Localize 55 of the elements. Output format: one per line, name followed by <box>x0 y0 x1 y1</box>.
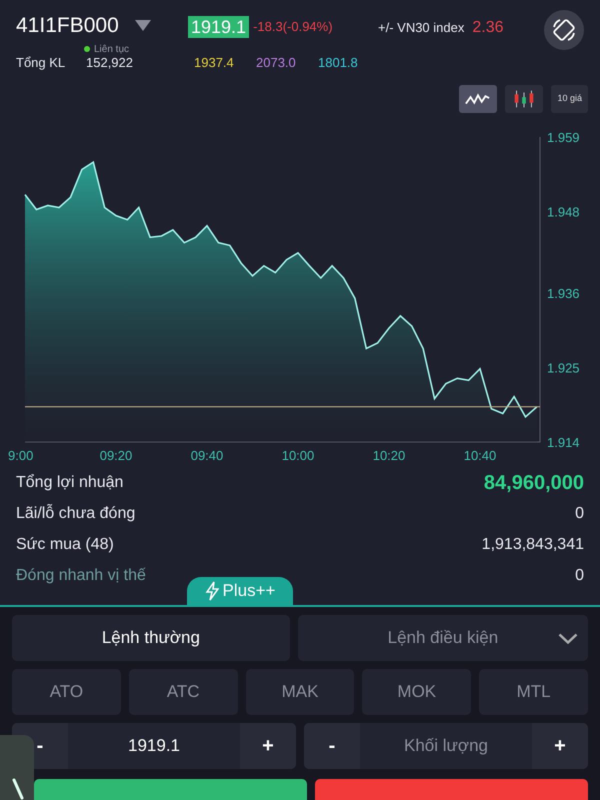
price-type-button[interactable]: MTL <box>479 669 588 715</box>
price-level: 1801.8 <box>318 54 359 72</box>
index-label: +/- VN30 index <box>378 19 464 38</box>
order-type-tab[interactable]: Lệnh thường <box>12 615 290 661</box>
price-field[interactable]: - 1919.1 + <box>12 723 296 769</box>
quantity-field[interactable]: - Khối lượng + <box>304 723 588 769</box>
last-price: 1919.1 <box>188 16 250 38</box>
index-value: 2.36 <box>472 18 504 38</box>
volume-label: Tổng KL <box>16 54 66 72</box>
rotate-screen-icon <box>551 17 577 43</box>
summary-label: Sức mua (48) <box>16 534 114 554</box>
summary-value: 0 <box>575 504 584 524</box>
chart-mode-button[interactable] <box>459 85 498 113</box>
plus-button[interactable]: + <box>240 723 296 769</box>
pen-icon <box>12 778 24 800</box>
session-status: Liên tục <box>94 42 130 56</box>
chart-mode-button[interactable] <box>505 85 544 113</box>
summary-value: 1,913,843,341 <box>482 534 584 554</box>
price-type-button[interactable]: MOK <box>362 669 472 715</box>
minus-button[interactable]: - <box>304 723 360 769</box>
price-type-button[interactable]: MAK <box>246 669 354 715</box>
summary-value: 84,960,000 <box>484 470 584 496</box>
price-change: -18.3(-0.94%) <box>253 18 333 36</box>
quantity-field[interactable]: Khối lượng <box>360 723 532 769</box>
price-type-button[interactable]: ATC <box>128 669 238 715</box>
price-level: 1937.4 <box>194 54 235 72</box>
price-level: 2073.0 <box>256 54 297 72</box>
price-type-button[interactable]: ATO <box>12 669 121 715</box>
floating-menu[interactable] <box>0 735 34 800</box>
plus-button[interactable]: + <box>532 723 588 769</box>
line-chart-icon <box>465 92 492 106</box>
depth-button[interactable]: 10 giá <box>551 85 588 113</box>
y-axis-label: 1.936 <box>547 286 580 301</box>
y-axis-label: 1.925 <box>547 360 580 376</box>
x-axis-label: 10:00 <box>282 448 314 463</box>
y-axis-label: 1.914 <box>547 435 580 450</box>
lightning-icon <box>204 581 219 601</box>
x-axis-label: 09:20 <box>100 448 132 463</box>
symbol-title: 41I1FB000 <box>16 13 119 39</box>
y-axis-label: 1.948 <box>547 204 580 220</box>
price-field[interactable]: 1919.1 <box>68 723 240 769</box>
volume-value: 152,922 <box>86 54 134 72</box>
x-axis-label: 10:40 <box>464 448 496 463</box>
rotate-button[interactable] <box>544 10 584 50</box>
summary-label: Tổng lợi nhuận <box>16 472 124 492</box>
y-axis-label: 1.959 <box>547 130 580 145</box>
caret-icon <box>134 20 151 32</box>
x-axis-label: 9:00 <box>8 448 34 463</box>
quick-close-link[interactable]: Đóng nhanh vị thế <box>16 564 146 588</box>
order-type-tab[interactable]: Lệnh điều kiện <box>298 615 588 661</box>
x-axis-label: 10:20 <box>372 448 406 463</box>
summary-label: Lãi/lỗ chưa đóng <box>16 503 136 524</box>
summary-value: 0 <box>575 566 584 586</box>
dropdown-button[interactable] <box>134 20 151 32</box>
x-axis-label: 09:40 <box>190 448 224 463</box>
